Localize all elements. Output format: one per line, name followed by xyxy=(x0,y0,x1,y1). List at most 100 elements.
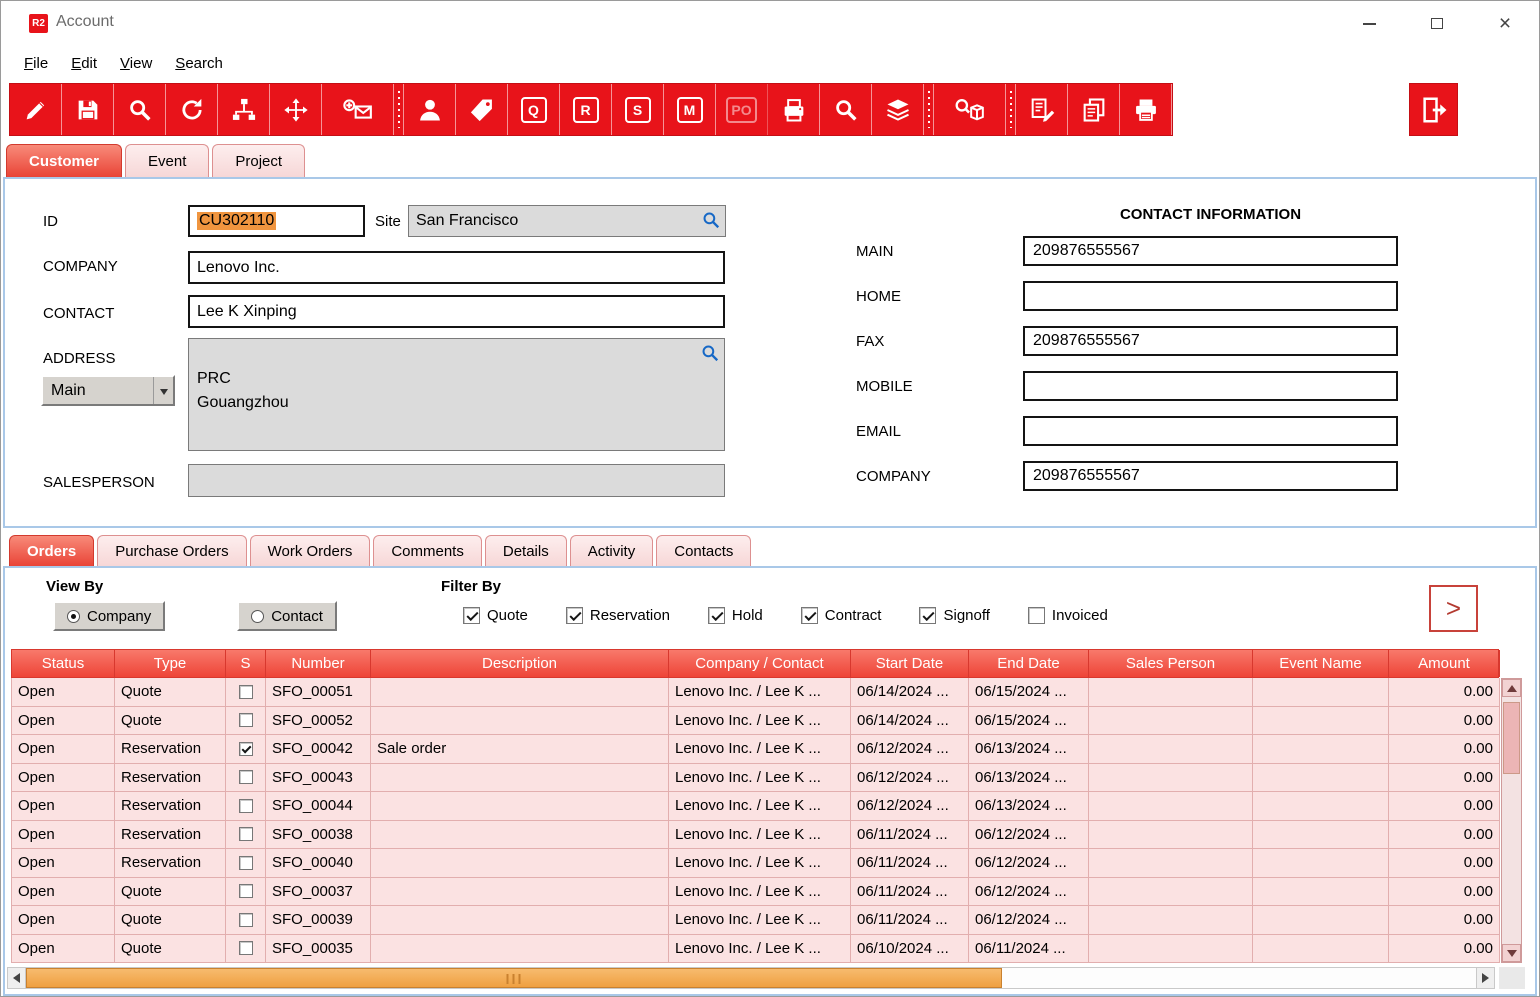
scroll-left-button[interactable] xyxy=(8,968,26,988)
column-header-number[interactable]: Number xyxy=(266,650,371,677)
table-row[interactable]: OpenReservationSFO_00043Lenovo Inc. / Le… xyxy=(12,764,1499,793)
vertical-scroll-thumb[interactable] xyxy=(1503,702,1520,774)
table-row[interactable]: OpenReservationSFO_00042Sale orderLenovo… xyxy=(12,735,1499,764)
exit-icon[interactable] xyxy=(1409,83,1458,136)
scroll-right-button[interactable] xyxy=(1476,968,1494,988)
column-header-status[interactable]: Status xyxy=(12,650,115,677)
minimize-button[interactable] xyxy=(1335,1,1403,46)
scroll-down-button[interactable] xyxy=(1502,944,1521,962)
horizontal-scrollbar[interactable] xyxy=(7,967,1495,989)
tag-icon[interactable] xyxy=(456,84,508,135)
contact-info-field-email[interactable] xyxy=(1023,416,1398,446)
table-row[interactable]: OpenQuoteSFO_00051Lenovo Inc. / Lee K ..… xyxy=(12,678,1499,707)
search-icon[interactable] xyxy=(114,84,166,135)
clear-eraser-icon[interactable] xyxy=(10,84,62,135)
row-select-checkbox[interactable] xyxy=(239,827,253,841)
tab-comments[interactable]: Comments xyxy=(373,535,482,566)
expand-icon[interactable] xyxy=(270,84,322,135)
filter-contract[interactable]: Contract xyxy=(801,607,882,624)
search-orders-icon[interactable] xyxy=(820,84,872,135)
company-input[interactable]: Lenovo Inc. xyxy=(188,251,725,284)
copy-icon[interactable] xyxy=(1068,84,1120,135)
contact-info-field-main[interactable]: 209876555567 xyxy=(1023,236,1398,266)
contact-info-field-fax[interactable]: 209876555567 xyxy=(1023,326,1398,356)
fax-machine-icon[interactable] xyxy=(768,84,820,135)
site-field[interactable]: San Francisco xyxy=(408,205,726,237)
contact-info-field-home[interactable] xyxy=(1023,281,1398,311)
filter-hold[interactable]: Hold xyxy=(708,607,763,624)
horizontal-scroll-thumb[interactable] xyxy=(26,968,1002,988)
site-search-icon[interactable] xyxy=(702,211,721,230)
view-by-contact[interactable]: Contact xyxy=(237,601,337,631)
tab-contacts[interactable]: Contacts xyxy=(656,535,751,566)
column-header-end-date[interactable]: End Date xyxy=(969,650,1089,677)
row-select-checkbox[interactable] xyxy=(239,941,253,955)
row-select-checkbox[interactable] xyxy=(239,884,253,898)
salesperson-field[interactable] xyxy=(188,464,725,497)
row-select-checkbox[interactable] xyxy=(239,742,253,756)
refresh-icon[interactable] xyxy=(166,84,218,135)
horizontal-scroll-track[interactable] xyxy=(1002,968,1476,988)
contact-person-icon[interactable] xyxy=(404,84,456,135)
chevron-down-icon[interactable] xyxy=(153,377,173,404)
column-header-sales-person[interactable]: Sales Person xyxy=(1089,650,1253,677)
row-select-checkbox[interactable] xyxy=(239,685,253,699)
table-row[interactable]: OpenQuoteSFO_00052Lenovo Inc. / Lee K ..… xyxy=(12,707,1499,736)
column-header-type[interactable]: Type xyxy=(115,650,226,677)
next-panel-button[interactable]: > xyxy=(1429,585,1478,632)
row-select-checkbox[interactable] xyxy=(239,913,253,927)
reports-stack-icon[interactable] xyxy=(872,84,924,135)
column-header-s[interactable]: S xyxy=(226,650,266,677)
close-button[interactable]: × xyxy=(1471,1,1539,46)
column-header-company-contact[interactable]: Company / Contact xyxy=(669,650,851,677)
row-select-checkbox[interactable] xyxy=(239,770,253,784)
edit-document-icon[interactable] xyxy=(1016,84,1068,135)
print-icon[interactable] xyxy=(1120,84,1172,135)
tab-project[interactable]: Project xyxy=(212,144,305,177)
view-by-company[interactable]: Company xyxy=(53,601,165,631)
row-select-checkbox[interactable] xyxy=(239,856,253,870)
contact-info-field-company[interactable]: 209876555567 xyxy=(1023,461,1398,491)
tab-orders[interactable]: Orders xyxy=(9,535,94,566)
address-search-icon[interactable] xyxy=(701,344,720,363)
table-row[interactable]: OpenReservationSFO_00040Lenovo Inc. / Le… xyxy=(12,849,1499,878)
vertical-scrollbar[interactable] xyxy=(1501,678,1522,963)
signoff-icon[interactable]: S xyxy=(612,84,664,135)
tab-customer[interactable]: Customer xyxy=(6,144,122,177)
row-select-checkbox[interactable] xyxy=(239,713,253,727)
id-input[interactable]: CU302110 xyxy=(188,205,365,237)
tab-purchase-orders[interactable]: Purchase Orders xyxy=(97,535,246,566)
column-header-start-date[interactable]: Start Date xyxy=(851,650,969,677)
add-email-icon[interactable] xyxy=(322,84,394,135)
tab-activity[interactable]: Activity xyxy=(570,535,654,566)
column-header-amount[interactable]: Amount xyxy=(1389,650,1500,677)
reservation-icon[interactable]: R xyxy=(560,84,612,135)
column-header-event-name[interactable]: Event Name xyxy=(1253,650,1389,677)
memo-icon[interactable]: M xyxy=(664,84,716,135)
tab-work-orders[interactable]: Work Orders xyxy=(250,535,371,566)
column-header-description[interactable]: Description xyxy=(371,650,669,677)
menu-item-search[interactable]: Search xyxy=(165,51,233,76)
table-row[interactable]: OpenReservationSFO_00044Lenovo Inc. / Le… xyxy=(12,792,1499,821)
filter-quote[interactable]: Quote xyxy=(463,607,528,624)
save-icon[interactable] xyxy=(62,84,114,135)
tab-details[interactable]: Details xyxy=(485,535,567,566)
table-row[interactable]: OpenQuoteSFO_00039Lenovo Inc. / Lee K ..… xyxy=(12,906,1499,935)
scroll-up-button[interactable] xyxy=(1502,679,1521,697)
filter-signoff[interactable]: Signoff xyxy=(919,607,989,624)
table-row[interactable]: OpenQuoteSFO_00035Lenovo Inc. / Lee K ..… xyxy=(12,935,1499,964)
menu-item-edit[interactable]: Edit xyxy=(61,51,107,76)
purchase-order-icon[interactable]: PO xyxy=(716,84,768,135)
filter-reservation[interactable]: Reservation xyxy=(566,607,670,624)
contact-info-field-mobile[interactable] xyxy=(1023,371,1398,401)
contact-input[interactable]: Lee K Xinping xyxy=(188,295,725,328)
maximize-button[interactable] xyxy=(1403,1,1471,46)
table-row[interactable]: OpenReservationSFO_00038Lenovo Inc. / Le… xyxy=(12,821,1499,850)
address-field[interactable]: PRC Gouangzhou xyxy=(188,338,725,451)
filter-invoiced[interactable]: Invoiced xyxy=(1028,607,1108,624)
search-item-icon[interactable] xyxy=(934,84,1006,135)
menu-item-view[interactable]: View xyxy=(110,51,162,76)
row-select-checkbox[interactable] xyxy=(239,799,253,813)
org-chart-icon[interactable] xyxy=(218,84,270,135)
tab-event[interactable]: Event xyxy=(125,144,209,177)
